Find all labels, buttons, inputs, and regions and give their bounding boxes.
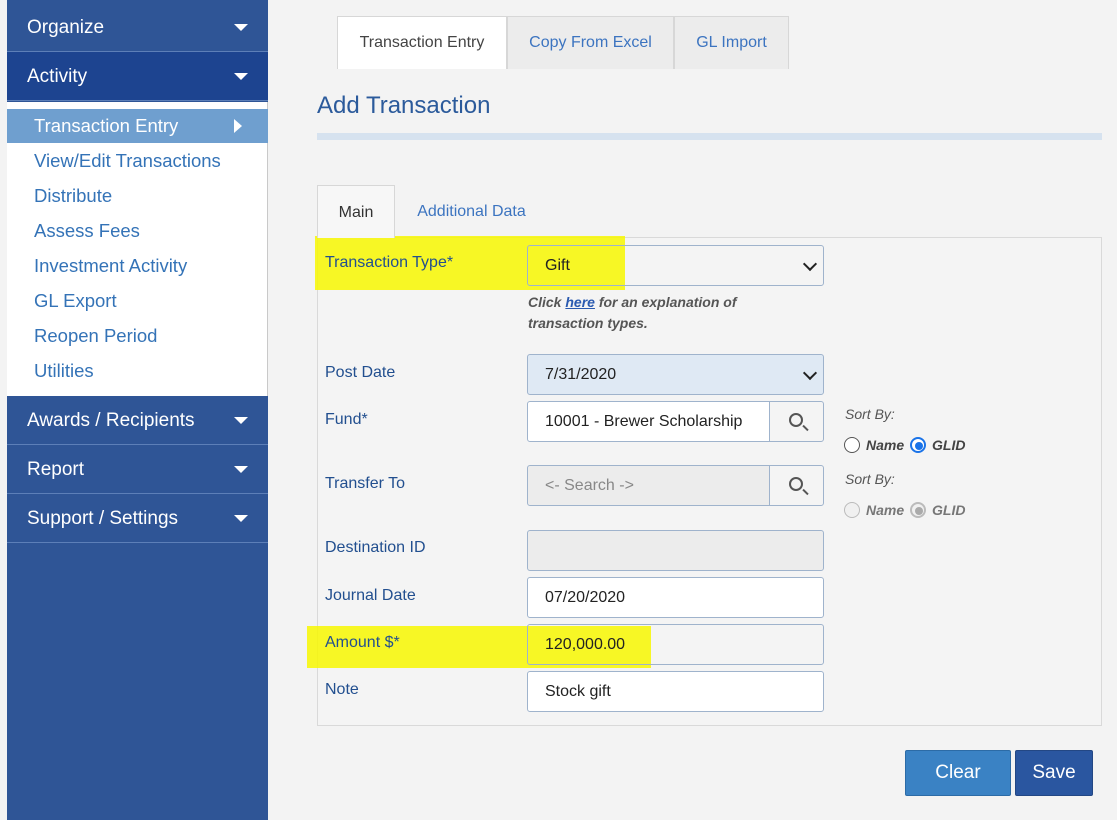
caret-down-icon [234,515,248,522]
hint-prefix: Click [528,294,566,310]
fund-input[interactable]: 10001 - Brewer Scholarship [527,401,770,442]
tab-additional-data[interactable]: Additional Data [405,185,538,238]
transaction-type-value: Gift [545,257,570,274]
sidebar-item-gl-export[interactable]: GL Export [7,284,268,318]
tab-copy-from-excel[interactable]: Copy From Excel [507,16,674,69]
nav-support-settings[interactable]: Support / Settings [7,494,268,543]
chevron-down-icon [802,256,818,272]
sidebar: Organize Activity Transaction Entry View… [7,0,268,820]
nav-report[interactable]: Report [7,445,268,494]
note-label: Note [325,681,359,698]
nav-activity[interactable]: Activity [7,52,268,101]
search-icon [789,413,803,427]
tab-main[interactable]: Main [317,185,395,238]
search-icon [789,477,803,491]
sidebar-item-assess-fees[interactable]: Assess Fees [7,214,268,248]
nav-support-label: Support / Settings [27,508,179,529]
fund-sort-by-options: Name GLID [844,437,984,455]
nav-activity-label: Activity [27,66,88,87]
sidebar-item-view-edit-transactions[interactable]: View/Edit Transactions [7,144,268,178]
transfer-sort-name-label: Name [866,502,905,518]
caret-down-icon [234,417,248,424]
tab-transaction-entry[interactable]: Transaction Entry [337,16,507,69]
post-date-select[interactable]: 7/31/2020 [527,354,824,395]
transaction-type-hint: Click here for an explanation of transac… [528,292,768,334]
amount-label: Amount $* [325,634,400,651]
caret-down-icon [234,24,248,31]
journal-date-label: Journal Date [325,587,416,604]
transfer-sort-by-options: Name GLID [844,502,984,520]
transaction-type-select[interactable]: Gift [527,245,824,286]
transfer-sort-glid-label: GLID [932,502,966,518]
fund-sort-by-label: Sort By: [845,406,895,422]
sidebar-item-distribute[interactable]: Distribute [7,179,268,213]
sidebar-item-label: Transaction Entry [34,115,179,136]
save-button[interactable]: Save [1015,750,1093,796]
sidebar-item-utilities[interactable]: Utilities [7,354,268,388]
transfer-sort-by-label: Sort By: [845,471,895,487]
fund-sort-name-radio[interactable] [844,437,860,453]
note-input[interactable]: Stock gift [527,671,824,712]
transaction-type-label: Transaction Type* [325,254,454,271]
nav-organize[interactable]: Organize [7,3,268,52]
post-date-value: 7/31/2020 [545,366,617,383]
fund-label: Fund* [325,411,368,428]
nav-awards-recipients[interactable]: Awards / Recipients [7,396,268,445]
nav-report-label: Report [27,459,85,480]
sidebar-item-transaction-entry[interactable]: Transaction Entry [7,109,268,143]
post-date-label: Post Date [325,364,396,381]
fund-sort-name-label: Name [866,437,905,453]
caret-right-icon [234,119,242,133]
chevron-down-icon [802,365,818,381]
caret-down-icon [234,466,248,473]
page-title: Add Transaction [317,92,491,119]
journal-date-input[interactable]: 07/20/2020 [527,577,824,618]
amount-input[interactable]: 120,000.00 [527,624,824,665]
fund-sort-glid-label: GLID [932,437,966,453]
transfer-sort-glid-radio [910,502,926,518]
destination-id-input [527,530,824,571]
heading-divider [317,133,1102,140]
transfer-to-search-button[interactable] [769,465,824,506]
clear-button[interactable]: Clear [905,750,1011,796]
hint-here-link[interactable]: here [565,294,595,310]
activity-submenu: Transaction Entry View/Edit Transactions… [7,102,268,396]
nav-organize-label: Organize [27,17,105,38]
transfer-to-label: Transfer To [325,475,406,492]
transfer-to-input: <- Search -> [527,465,770,506]
sidebar-item-investment-activity[interactable]: Investment Activity [7,249,268,283]
fund-search-button[interactable] [769,401,824,442]
destination-id-label: Destination ID [325,539,426,556]
sidebar-item-reopen-period[interactable]: Reopen Period [7,319,268,353]
transfer-sort-name-radio [844,502,860,518]
nav-awards-label: Awards / Recipients [27,410,195,431]
caret-down-icon [234,73,248,80]
tab-gl-import[interactable]: GL Import [674,16,789,69]
fund-sort-glid-radio[interactable] [910,437,926,453]
